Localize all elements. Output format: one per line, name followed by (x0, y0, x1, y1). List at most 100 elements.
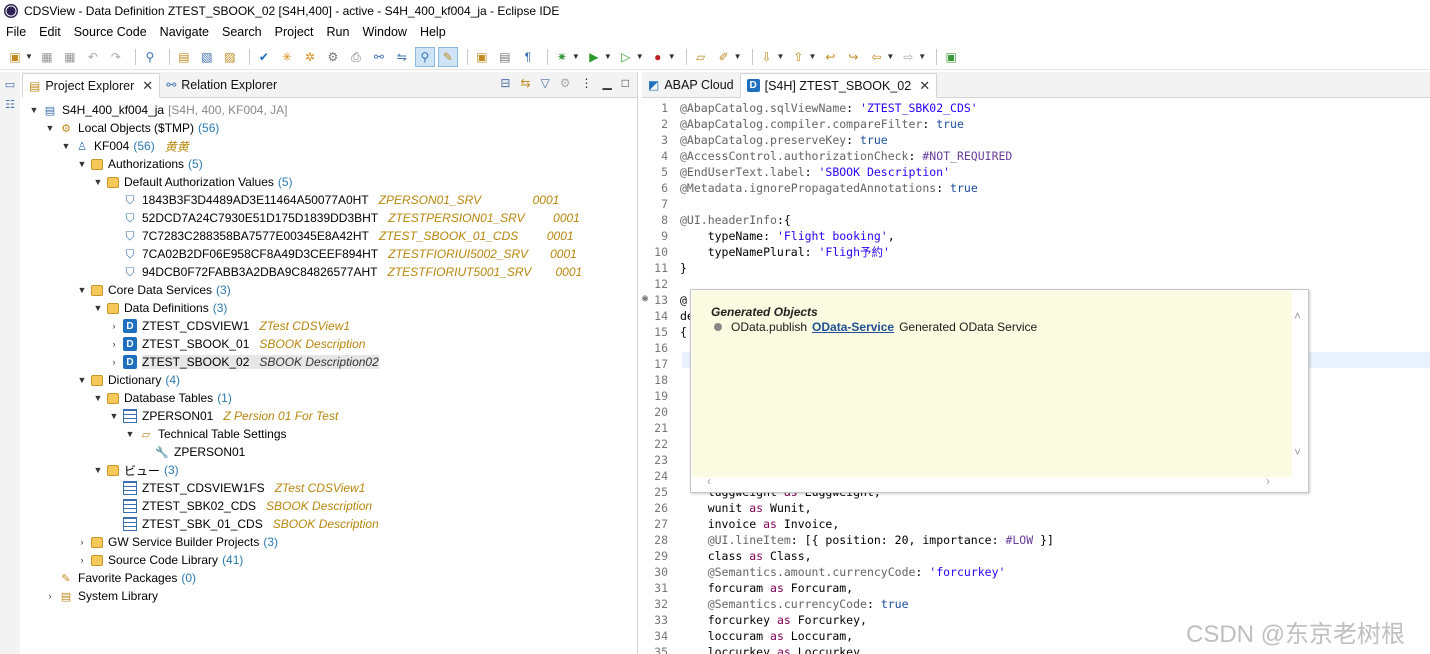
open-perspective-icon[interactable]: ▣ (942, 48, 960, 66)
tree-node-auth-item[interactable]: ⛉ 1843B3F3D4489AD3E11464A50077A0HT ZPERS… (22, 191, 637, 209)
tree-node-views[interactable]: ▼ ビュー (3) (22, 461, 637, 479)
forward-dropdown-icon[interactable]: ▼ (918, 52, 926, 61)
tree-node-authorizations[interactable]: ▼ Authorizations (5) (22, 155, 637, 173)
pen-icon[interactable]: ✐ (715, 48, 733, 66)
block-select-icon[interactable]: ▤ (496, 48, 514, 66)
tree-node-default-auth[interactable]: ▼ Default Authorization Values (5) (22, 173, 637, 191)
format-icon[interactable]: ⇋ (393, 48, 411, 66)
tree-node-database-tables[interactable]: ▼ Database Tables (1) (22, 389, 637, 407)
tree-node-data-definitions[interactable]: ▼ Data Definitions (3) (22, 299, 637, 317)
check-icon[interactable]: ✔ (255, 48, 273, 66)
tree-node-tech-settings[interactable]: ▼ ▱ Technical Table Settings (22, 425, 637, 443)
maximize-icon[interactable]: □ (622, 76, 629, 90)
search-tool-icon[interactable]: ⚲ (414, 46, 435, 67)
tree-node-auth-item[interactable]: ⛉ 7C7283C288358BA7577E00345E8A42HT ZTEST… (22, 227, 637, 245)
view-menu-icon[interactable]: ⋮ (581, 76, 593, 90)
tree-node-data-definition[interactable]: › D ZTEST_SBOOK_01 SBOOK Description (22, 335, 637, 353)
new-abap-project-icon[interactable]: ▤ (175, 48, 193, 66)
collapse-icon[interactable]: › (44, 591, 56, 601)
code-line[interactable]: 2 @AbapCatalog.compiler.compareFilter: tr… (642, 116, 1430, 132)
whitespace-icon[interactable]: ¶ (519, 48, 537, 66)
code-line[interactable]: 3 @AbapCatalog.preserveKey: true (642, 132, 1430, 148)
prev-annotation-dropdown-icon[interactable]: ▼ (808, 52, 816, 61)
debug-dropdown-icon[interactable]: ▼ (572, 52, 580, 61)
tree-node-system-library[interactable]: › ▤ System Library (22, 587, 637, 605)
back-dropdown-icon[interactable]: ▼ (886, 52, 894, 61)
open-resource-icon[interactable]: ▨ (221, 48, 239, 66)
redo-icon[interactable]: ↷ (107, 48, 125, 66)
menu-project[interactable]: Project (275, 25, 314, 39)
code-line[interactable]: 28 @UI.lineItem: [{ position: 20, import… (642, 532, 1430, 548)
restore-icon[interactable]: ▭ (3, 78, 17, 92)
menu-search[interactable]: Search (222, 25, 262, 39)
expand-icon[interactable]: ▼ (76, 159, 88, 169)
run-icon[interactable]: ▶ (585, 48, 603, 66)
expand-icon[interactable]: ▼ (44, 123, 56, 133)
tree-node-core-data-services[interactable]: ▼ Core Data Services (3) (22, 281, 637, 299)
code-line[interactable]: 10 typeNamePlural: 'Fligh予約' (642, 244, 1430, 260)
collapse-icon[interactable]: › (108, 357, 120, 367)
minimize-icon[interactable]: ▁ (603, 76, 612, 90)
collapse-icon[interactable]: › (76, 537, 88, 547)
debug-icon[interactable]: ✷ (553, 48, 571, 66)
open-folder-icon[interactable]: ▱ (692, 48, 710, 66)
activate-icon[interactable]: ✳ (278, 48, 296, 66)
undo-icon[interactable]: ↶ (84, 48, 102, 66)
close-icon[interactable]: ✕ (142, 78, 153, 94)
activate-all-icon[interactable]: ✲ (301, 48, 319, 66)
save-icon[interactable]: ▦ (38, 48, 56, 66)
code-line[interactable]: 1 @AbapCatalog.sqlViewName: 'ZTEST_SBK02_… (642, 100, 1430, 116)
code-line[interactable]: 11} (642, 260, 1430, 276)
link-icon[interactable]: ⚲ (141, 48, 159, 66)
tree-node-dictionary[interactable]: ▼ Dictionary (4) (22, 371, 637, 389)
print-icon[interactable]: ⎙ (347, 48, 365, 66)
code-line[interactable]: 7 (642, 196, 1430, 212)
forward-edit-icon[interactable]: ↪ (844, 48, 862, 66)
tree-node-data-definition[interactable]: › D ZTEST_CDSVIEW1 ZTest CDSView1 (22, 317, 637, 335)
expand-icon[interactable]: ▼ (60, 141, 72, 151)
toggle-mark-icon[interactable]: ▣ (473, 48, 491, 66)
expand-icon[interactable]: ▼ (76, 285, 88, 295)
expand-icon[interactable]: ▼ (92, 465, 104, 475)
back-icon[interactable]: ⇦ (867, 48, 885, 66)
code-line[interactable]: 32 @Semantics.currencyCode: true (642, 596, 1430, 612)
tree-node-local-objects[interactable]: ▼ ⚙ Local Objects ($TMP) (56) (22, 119, 637, 137)
code-line[interactable]: 29 class as Class, (642, 548, 1430, 564)
code-line[interactable]: 8 @UI.headerInfo:{ (642, 212, 1430, 228)
menu-window[interactable]: Window (362, 25, 406, 39)
new-dropdown-icon[interactable]: ▼ (25, 52, 33, 61)
filter-icon[interactable]: ▽ (541, 76, 550, 90)
tab-relation-explorer[interactable]: ⚯ Relation Explorer (160, 73, 283, 97)
code-line[interactable]: 9 typeName: 'Flight booking', (642, 228, 1430, 244)
code-line[interactable]: 4 @AccessControl.authorizationCheck: #NOT… (642, 148, 1430, 164)
code-line[interactable]: 26 wunit as Wunit, (642, 500, 1430, 516)
tree-node-kf004[interactable]: ▼ ♙ KF004 (56) 黄黄 (22, 137, 637, 155)
popup-horizontal-scrollbar[interactable]: ‹ › (692, 474, 1292, 491)
scroll-down-icon[interactable]: ˅ (1294, 445, 1301, 459)
tab-project-explorer[interactable]: ▤ Project Explorer ✕ (22, 73, 161, 98)
code-line[interactable]: 5 @EndUserText.label: 'SBOOK Description' (642, 164, 1430, 180)
expand-icon[interactable]: ▼ (92, 177, 104, 187)
tree-node-view[interactable]: ZTEST_CDSVIEW1FS ZTest CDSView1 (22, 479, 637, 497)
tree-node-view[interactable]: ZTEST_SBK_01_CDS SBOOK Description (22, 515, 637, 533)
brush-icon[interactable]: ✎ (437, 46, 458, 67)
close-icon[interactable]: ✕ (919, 78, 930, 94)
forward-icon[interactable]: ⇨ (899, 48, 917, 66)
where-used-icon[interactable]: ⚯ (370, 48, 388, 66)
collapse-all-icon[interactable]: ⊟ (500, 76, 510, 90)
popup-vertical-scrollbar[interactable]: ˄ ˅ (1291, 291, 1307, 477)
tree-node-tech-settings-item[interactable]: 🔧 ZPERSON01 (22, 443, 637, 461)
info-marker-icon[interactable]: ◉ (642, 293, 648, 304)
expand-icon[interactable]: ▼ (124, 429, 136, 439)
save-all-icon[interactable]: ▦ (61, 48, 79, 66)
odata-service-link[interactable]: OData-Service (812, 320, 894, 334)
expand-icon[interactable]: ▼ (92, 303, 104, 313)
tree-node-view[interactable]: ZTEST_SBK02_CDS SBOOK Description (22, 497, 637, 515)
outline-icon[interactable]: ☷ (3, 98, 17, 112)
run-config-dropdown-icon[interactable]: ▼ (636, 52, 644, 61)
menu-edit[interactable]: Edit (39, 25, 61, 39)
tree-node-favorite-packages[interactable]: ✎ Favorite Packages (0) (22, 569, 637, 587)
tree-node-auth-item[interactable]: ⛉ 52DCD7A24C7930E51D175D1839DD3BHT ZTEST… (22, 209, 637, 227)
open-object-icon[interactable]: ▧ (198, 48, 216, 66)
last-edit-icon[interactable]: ↩ (821, 48, 839, 66)
